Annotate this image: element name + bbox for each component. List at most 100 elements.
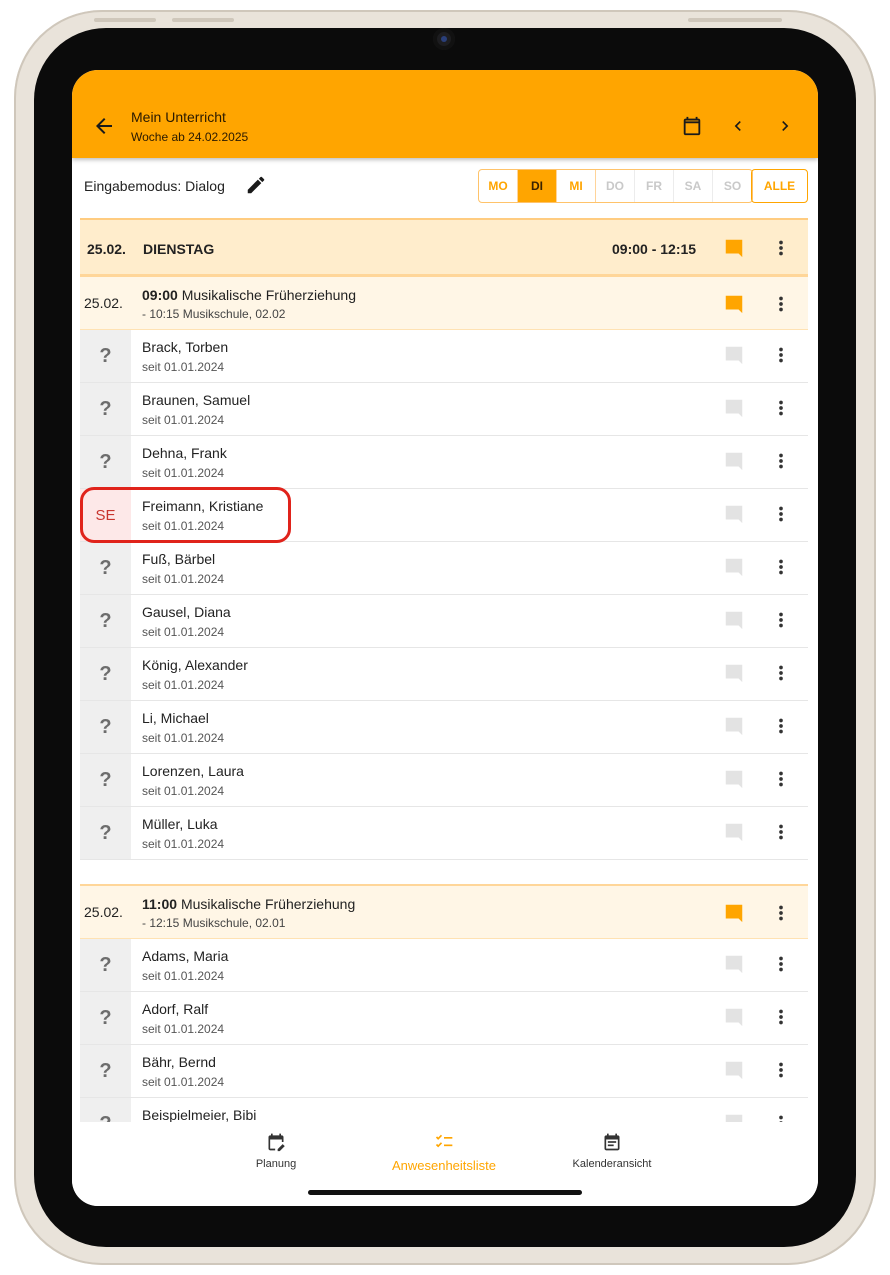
day-weekday: DIENSTAG — [143, 241, 215, 257]
comment-icon[interactable] — [723, 953, 745, 975]
more-vertical-icon[interactable] — [770, 715, 792, 737]
lesson-title: 09:00 Musikalische Früherziehung — [142, 287, 356, 303]
student-row[interactable]: ? König, Alexander seit 01.01.2024 — [80, 648, 808, 701]
volume-button — [172, 18, 234, 22]
student-row[interactable]: ? Gausel, Diana seit 01.01.2024 — [80, 595, 808, 648]
lesson-header[interactable]: 25.02. 11:00 Musikalische Früherziehung - … — [80, 884, 808, 939]
student-row[interactable]: ? Adams, Maria seit 01.01.2024 — [80, 939, 808, 992]
pencil-icon[interactable] — [245, 174, 267, 196]
attendance-status[interactable]: SE — [80, 489, 131, 541]
back-arrow-icon[interactable] — [92, 114, 116, 138]
more-vertical-icon[interactable] — [770, 902, 792, 924]
student-row[interactable]: ? Dehna, Frank seit 01.01.2024 — [80, 436, 808, 489]
student-row[interactable]: ? Braunen, Samuel seit 01.01.2024 — [80, 383, 808, 436]
comment-icon[interactable] — [723, 293, 745, 315]
more-vertical-icon[interactable] — [770, 293, 792, 315]
lesson-date: 25.02. — [84, 295, 123, 311]
student-since: seit 01.01.2024 — [142, 519, 225, 533]
student-since: seit 01.01.2024 — [142, 625, 225, 639]
nav-kalenderansicht[interactable]: Kalenderansicht — [532, 1132, 692, 1170]
weekday-mi-button[interactable]: MI — [557, 170, 596, 202]
comment-icon[interactable] — [723, 450, 745, 472]
page-title: Mein Unterricht — [131, 109, 226, 125]
attendance-status[interactable]: ? — [80, 939, 131, 991]
student-row[interactable]: ? Lorenzen, Laura seit 01.01.2024 — [80, 754, 808, 807]
more-vertical-icon[interactable] — [770, 450, 792, 472]
student-row[interactable]: ? Müller, Luka seit 01.01.2024 — [80, 807, 808, 860]
attendance-status[interactable]: ? — [80, 542, 131, 594]
comment-icon[interactable] — [723, 556, 745, 578]
comment-icon[interactable] — [723, 1006, 745, 1028]
comment-icon[interactable] — [723, 397, 745, 419]
weekday-fr-button[interactable]: FR — [635, 170, 674, 202]
student-since: seit 01.01.2024 — [142, 678, 225, 692]
more-vertical-icon[interactable] — [770, 237, 792, 259]
chevron-right-icon[interactable] — [775, 116, 795, 136]
student-since: seit 01.01.2024 — [142, 1022, 225, 1036]
student-row[interactable]: ? Fuß, Bärbel seit 01.01.2024 — [80, 542, 808, 595]
more-vertical-icon[interactable] — [770, 344, 792, 366]
comment-icon[interactable] — [723, 344, 745, 366]
student-row[interactable]: ?Beispielmeier, Bibiseit 01.01.2024 — [80, 1098, 808, 1122]
comment-icon[interactable] — [723, 768, 745, 790]
more-vertical-icon[interactable] — [770, 821, 792, 843]
lesson-details: - 10:15 Musikschule, 02.02 — [142, 307, 286, 321]
attendance-status[interactable]: ? — [80, 436, 131, 488]
comment-icon[interactable] — [723, 715, 745, 737]
more-vertical-icon[interactable] — [770, 397, 792, 419]
comment-icon[interactable] — [723, 821, 745, 843]
student-row[interactable]: ? Li, Michael seit 01.01.2024 — [80, 701, 808, 754]
calendar-view-icon — [604, 1133, 620, 1151]
attendance-status[interactable]: ? — [80, 807, 131, 859]
student-row[interactable]: ? Adorf, Ralf seit 01.01.2024 — [80, 992, 808, 1045]
more-vertical-icon[interactable] — [770, 503, 792, 525]
more-vertical-icon[interactable] — [770, 768, 792, 790]
student-name: Lorenzen, Laura — [142, 763, 244, 779]
weekday-so-button[interactable]: SO — [713, 170, 752, 202]
nav-anwesenheitsliste[interactable]: Anwesenheitsliste — [364, 1132, 524, 1173]
lesson-name: Musikalische Früherziehung — [180, 896, 356, 912]
weekday-mo-button[interactable]: MO — [479, 170, 518, 202]
more-vertical-icon[interactable] — [770, 556, 792, 578]
attendance-status[interactable]: ? — [80, 330, 131, 382]
student-since: seit 01.01.2024 — [142, 1075, 225, 1089]
lesson-header[interactable]: 25.02. 09:00 Musikalische Früherziehung - … — [80, 275, 808, 330]
comment-icon[interactable] — [723, 237, 745, 259]
more-vertical-icon[interactable] — [770, 953, 792, 975]
weekday-di-button[interactable]: DI — [518, 170, 557, 202]
chevron-left-icon[interactable] — [728, 116, 748, 136]
more-vertical-icon[interactable] — [770, 1006, 792, 1028]
comment-icon[interactable] — [723, 1112, 745, 1122]
attendance-status[interactable]: ? — [80, 992, 131, 1044]
attendance-status[interactable]: ? — [80, 754, 131, 806]
attendance-status[interactable]: ? — [80, 648, 131, 700]
comment-icon[interactable] — [723, 662, 745, 684]
all-days-button[interactable]: ALLE — [751, 169, 808, 203]
more-vertical-icon[interactable] — [770, 662, 792, 684]
comment-icon[interactable] — [723, 503, 745, 525]
comment-icon[interactable] — [723, 902, 745, 924]
weekday-sa-button[interactable]: SA — [674, 170, 713, 202]
attendance-status[interactable]: ? — [80, 595, 131, 647]
attendance-status[interactable]: ? — [80, 701, 131, 753]
comment-icon[interactable] — [723, 609, 745, 631]
attendance-status[interactable]: ? — [80, 383, 131, 435]
attendance-list[interactable]: 25.02. DIENSTAG 09:00 - 12:15 25.02. 09:0… — [80, 218, 808, 1122]
weekday-do-button[interactable]: DO — [596, 170, 635, 202]
student-since: seit 01.01.2024 — [142, 969, 225, 983]
student-row[interactable]: ? Brack, Torben seit 01.01.2024 — [80, 330, 808, 383]
comment-icon[interactable] — [723, 1059, 745, 1081]
student-row[interactable]: SE Freimann, Kristiane seit 01.01.2024 — [80, 489, 808, 542]
more-vertical-icon[interactable] — [770, 609, 792, 631]
student-since: seit 01.01.2024 — [142, 466, 225, 480]
attendance-status[interactable]: ? — [80, 1045, 131, 1097]
calendar-icon[interactable] — [681, 115, 703, 137]
nav-label: Anwesenheitsliste — [391, 1158, 497, 1173]
nav-planung[interactable]: Planung — [196, 1132, 356, 1170]
more-vertical-icon[interactable] — [770, 1059, 792, 1081]
attendance-status[interactable]: ? — [80, 1098, 131, 1122]
student-row[interactable]: ? Bähr, Bernd seit 01.01.2024 — [80, 1045, 808, 1098]
more-vertical-icon[interactable] — [770, 1112, 792, 1122]
student-name: Brack, Torben — [142, 339, 229, 355]
student-since: seit 01.01.2024 — [142, 360, 225, 374]
